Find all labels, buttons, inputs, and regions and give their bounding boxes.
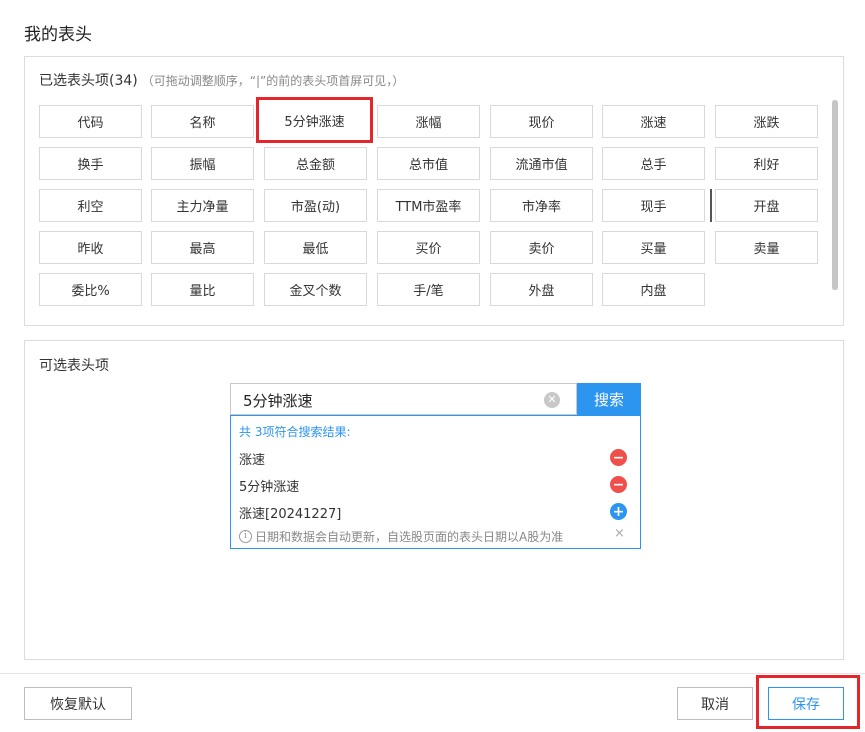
- column-chip[interactable]: 金叉个数: [264, 273, 367, 306]
- column-chip[interactable]: 名称: [151, 105, 254, 138]
- column-chip[interactable]: 买价: [377, 231, 480, 264]
- column-chip[interactable]: 量比: [151, 273, 254, 306]
- column-chip[interactable]: 卖量: [715, 231, 818, 264]
- available-columns-panel: 可选表头项 ✕ 搜索 共 3项符合搜索结果: 涨速 − 5分钟涨速 − 涨速[20241…: [24, 340, 844, 660]
- column-chip[interactable]: 代码: [39, 105, 142, 138]
- column-chip[interactable]: 现价: [490, 105, 593, 138]
- results-count: 共 3项符合搜索结果:: [239, 425, 351, 439]
- close-tip-icon[interactable]: ×: [614, 526, 625, 541]
- column-chip[interactable]: 涨幅: [377, 105, 480, 138]
- column-chip[interactable]: 外盘: [490, 273, 593, 306]
- selected-columns-hint: （可拖动调整顺序，“|”的前的表头项首屏可见，）: [141, 74, 405, 88]
- column-chip[interactable]: 利空: [39, 189, 142, 222]
- add-circle-icon[interactable]: +: [610, 503, 627, 520]
- remove-circle-icon[interactable]: −: [610, 476, 627, 493]
- column-chip[interactable]: 振幅: [151, 147, 254, 180]
- cancel-button[interactable]: 取消: [677, 687, 753, 720]
- selected-columns-heading: 已选表头项(34) （可拖动调整顺序，“|”的前的表头项首屏可见，）: [39, 70, 404, 90]
- search-result-row[interactable]: 5分钟涨速 −: [231, 471, 640, 497]
- selected-columns-panel: 已选表头项(34) （可拖动调整顺序，“|”的前的表头项首屏可见，） 代码 名称 5分…: [24, 56, 844, 326]
- selected-columns-title: 已选表头项(34): [39, 73, 138, 89]
- column-chip[interactable]: 最低: [264, 231, 367, 264]
- column-chip[interactable]: TTM市盈率: [377, 189, 480, 222]
- column-chip[interactable]: 委比%: [39, 273, 142, 306]
- column-chip[interactable]: 换手: [39, 147, 142, 180]
- column-chip[interactable]: 开盘: [715, 189, 818, 222]
- first-screen-divider: [710, 189, 712, 222]
- available-columns-heading: 可选表头项: [39, 358, 109, 374]
- column-chip[interactable]: 买量: [602, 231, 705, 264]
- results-footer: i 日期和数据会自动更新，自选股页面的表头日期以A股为准: [239, 528, 563, 545]
- search-result-label: 涨速: [239, 453, 266, 468]
- search-result-label: 涨速[20241227]: [239, 507, 342, 522]
- info-icon: i: [239, 530, 252, 543]
- column-chip[interactable]: 市净率: [490, 189, 593, 222]
- restore-default-button[interactable]: 恢复默认: [24, 687, 132, 720]
- selected-columns-scrollbar[interactable]: [832, 100, 838, 290]
- column-chip[interactable]: 手/笔: [377, 273, 480, 306]
- search-box[interactable]: ✕: [230, 383, 577, 415]
- scrollbar-thumb[interactable]: [832, 100, 838, 290]
- column-chip[interactable]: 总市值: [377, 147, 480, 180]
- column-chip[interactable]: 涨跌: [715, 105, 818, 138]
- footer-divider: [0, 673, 865, 674]
- dialog-title: 我的表头: [24, 25, 92, 45]
- column-chip[interactable]: 现手: [602, 189, 705, 222]
- results-footer-text: 日期和数据会自动更新，自选股页面的表头日期以A股为准: [255, 530, 564, 544]
- search-result-label: 5分钟涨速: [239, 480, 300, 495]
- search-result-row[interactable]: 涨速[20241227] +: [231, 498, 640, 524]
- column-chip[interactable]: 涨速: [602, 105, 705, 138]
- search-button[interactable]: 搜索: [577, 383, 641, 415]
- column-chip[interactable]: 内盘: [602, 273, 705, 306]
- column-chip[interactable]: 主力净量: [151, 189, 254, 222]
- column-chip[interactable]: 卖价: [490, 231, 593, 264]
- search-results-dropdown: 共 3项符合搜索结果: 涨速 − 5分钟涨速 − 涨速[20241227] + i 日期和…: [230, 415, 641, 549]
- column-chip[interactable]: 流通市值: [490, 147, 593, 180]
- search-input[interactable]: [243, 388, 533, 412]
- search-result-row[interactable]: 涨速 −: [231, 444, 640, 470]
- column-chip[interactable]: 最高: [151, 231, 254, 264]
- clear-search-icon[interactable]: ✕: [544, 392, 560, 408]
- column-chip-highlighted[interactable]: 5分钟涨速: [256, 97, 373, 143]
- column-chip[interactable]: 总金额: [264, 147, 367, 180]
- column-chip[interactable]: 利好: [715, 147, 818, 180]
- remove-circle-icon[interactable]: −: [610, 449, 627, 466]
- column-chip[interactable]: 昨收: [39, 231, 142, 264]
- column-chip[interactable]: 总手: [602, 147, 705, 180]
- column-chip[interactable]: 市盈(动): [264, 189, 367, 222]
- save-button[interactable]: 保存: [768, 687, 844, 720]
